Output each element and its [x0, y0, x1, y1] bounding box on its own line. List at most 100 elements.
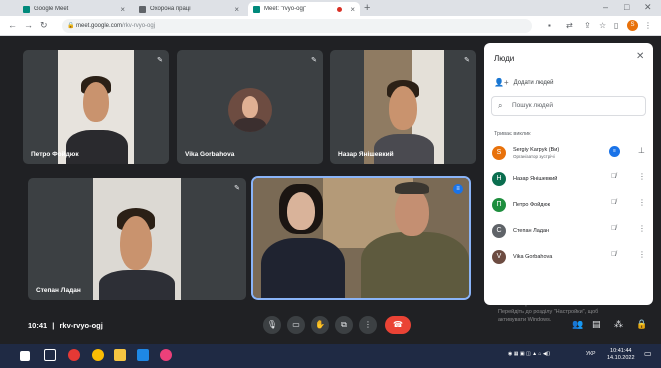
microphone-button[interactable]: 🎙	[263, 316, 281, 334]
mic-active-icon: ≡	[609, 146, 620, 157]
doc-favicon-icon	[139, 5, 146, 13]
start-icon[interactable]	[20, 351, 30, 361]
search-placeholder: Пошук людей	[512, 102, 553, 109]
person-name: Sergiy Karpyk (Ви)	[513, 147, 560, 153]
minimize-icon[interactable]: –	[603, 2, 608, 12]
more-options-button[interactable]: ⋮	[359, 316, 377, 334]
tray-icons[interactable]: ◉ ▦ ▣ ◫ ▲ ⌂ ◀))	[508, 351, 550, 357]
forward-icon[interactable]: →	[24, 20, 33, 30]
chrome-icon[interactable]	[92, 349, 104, 361]
add-people-label: Додати людей	[513, 79, 554, 86]
app-icon[interactable]	[160, 349, 172, 361]
pin-icon[interactable]: ✎	[311, 56, 317, 64]
meeting-time: 10:41	[28, 321, 48, 330]
maximize-icon[interactable]: □	[624, 2, 629, 12]
profile-avatar[interactable]: S	[627, 20, 638, 31]
tab-meet-call[interactable]: Meet: "rvyo-ogj" ×	[248, 2, 360, 16]
raise-hand-button[interactable]: ✋	[311, 316, 329, 334]
section-title: Триває виклик	[494, 131, 531, 137]
mic-muted-icon: 🎙̸	[611, 199, 617, 206]
close-tab-icon[interactable]: ×	[350, 5, 355, 14]
side-panel-icon[interactable]: ▯	[614, 21, 618, 30]
avatar	[228, 88, 272, 132]
meet-favicon-icon	[253, 5, 260, 13]
video-tile-speaker[interactable]: ≡	[251, 176, 471, 300]
video-tile-stepan[interactable]: ✎ Степан Ладан	[28, 178, 246, 300]
mic-muted-icon: 🎙̸	[611, 251, 617, 258]
participant-video	[364, 50, 444, 164]
reload-icon[interactable]: ↻	[40, 20, 48, 31]
meet-favicon-icon	[23, 5, 30, 13]
meeting-code: rkv-rvyo-ogj	[59, 321, 103, 330]
address-toolbar: ← → ↻ 🔒 meet.google.com/rkv-rvyo-ogj ▪ ⇄…	[0, 16, 661, 36]
more-options-icon[interactable]: ⋮	[638, 198, 646, 207]
notifications-icon[interactable]: ▭	[644, 349, 652, 358]
windows-taskbar: ◉ ▦ ▣ ◫ ▲ ⌂ ◀)) УКР 10:41:44 14.10.2022 …	[0, 344, 661, 368]
avatar: Н	[492, 172, 506, 186]
url-field[interactable]: 🔒 meet.google.com/rkv-rvyo-ogj	[62, 19, 532, 33]
leave-call-button[interactable]: ☎	[385, 316, 411, 334]
translate-icon[interactable]: ⇄	[566, 21, 573, 30]
participant-name: Назар Янішевкий	[338, 151, 394, 158]
clock-time: 10:41:44	[610, 348, 632, 354]
activities-icon[interactable]: ⁂	[614, 319, 623, 330]
tab-ohorona-pratsi[interactable]: Охорона праці ×	[134, 2, 244, 16]
video-tile-petro[interactable]: ✎ Петро Фойдюк	[23, 50, 169, 164]
panel-title: Люди	[494, 54, 515, 63]
opera-icon[interactable]	[68, 349, 80, 361]
pin-icon[interactable]: ✎	[234, 184, 240, 192]
add-people-button[interactable]: 👤+ Додати людей	[494, 78, 554, 87]
participant-name: Петро Фойдюк	[31, 151, 79, 158]
host-controls-icon[interactable]: 🔒	[636, 319, 647, 330]
people-panel: Люди ✕ 👤+ Додати людей ⌕ Пошук людей Три…	[484, 43, 653, 305]
person-name: Петро Фойдюк	[513, 202, 551, 208]
clock-date: 14.10.2022	[607, 355, 635, 361]
new-tab-icon[interactable]: +	[364, 2, 370, 14]
window-close-icon[interactable]: ✕	[644, 2, 652, 13]
mic-muted-icon: 🎙̸	[611, 173, 617, 180]
person-name: Назар Янішевкий	[513, 176, 558, 182]
chat-icon[interactable]: ▤	[592, 319, 601, 330]
tab-title: Meet: "rvyo-ogj"	[264, 6, 307, 12]
people-icon[interactable]: 👥	[572, 319, 583, 330]
close-tab-icon[interactable]: ×	[120, 5, 125, 14]
close-tab-icon[interactable]: ×	[234, 5, 239, 14]
present-screen-button[interactable]: ⧉	[335, 316, 353, 334]
avatar: С	[492, 224, 506, 238]
list-item[interactable]: Н Назар Янішевкий 🎙̸ ⋮	[492, 169, 647, 189]
video-tile-vika[interactable]: ✎ Vika Gorbahova	[177, 50, 323, 164]
list-item[interactable]: S Sergiy Karpyk (Ви) Організатор зустріч…	[492, 143, 647, 163]
participant-video	[253, 178, 469, 298]
participant-name: Vika Gorbahova	[185, 151, 235, 158]
more-options-icon[interactable]: ⋮	[638, 250, 646, 259]
back-icon[interactable]: ←	[8, 20, 17, 30]
camera-permission-icon[interactable]: ▪	[548, 21, 551, 30]
language-indicator[interactable]: УКР	[586, 351, 595, 357]
participant-video	[93, 178, 181, 300]
lock-icon: 🔒	[67, 23, 75, 29]
list-item[interactable]: П Петро Фойдюк 🎙̸ ⋮	[492, 195, 647, 215]
more-options-icon[interactable]: ⋮	[638, 172, 646, 181]
list-item[interactable]: С Степан Ладан 🎙̸ ⋮	[492, 221, 647, 241]
close-icon[interactable]: ✕	[636, 51, 644, 62]
search-input[interactable]: ⌕ Пошук людей	[491, 96, 646, 116]
tab-google-meet[interactable]: Google Meet ×	[18, 2, 130, 16]
pin-icon[interactable]: ✎	[157, 56, 163, 64]
speaking-indicator-icon: ≡	[453, 184, 463, 194]
task-view-icon[interactable]	[44, 349, 56, 361]
taskbar-clock[interactable]: 10:41:44 14.10.2022	[607, 348, 635, 362]
pin-icon[interactable]: ✎	[464, 56, 470, 64]
file-explorer-icon[interactable]	[114, 349, 126, 361]
avatar: S	[492, 146, 506, 160]
pin-icon[interactable]: ⊥	[638, 146, 645, 155]
word-icon[interactable]	[137, 349, 149, 361]
video-tile-nazar[interactable]: ✎ Назар Янішевкий	[330, 50, 476, 164]
add-person-icon: 👤+	[494, 78, 509, 87]
share-icon[interactable]: ⇪	[584, 21, 591, 30]
camera-button[interactable]: ▭	[287, 316, 305, 334]
list-item[interactable]: V Vika Gorbahova 🎙̸ ⋮	[492, 247, 647, 267]
bookmark-star-icon[interactable]: ☆	[599, 21, 606, 30]
browser-menu-icon[interactable]: ⋮	[644, 21, 652, 30]
tab-title: Охорона праці	[150, 6, 191, 12]
more-options-icon[interactable]: ⋮	[638, 224, 646, 233]
